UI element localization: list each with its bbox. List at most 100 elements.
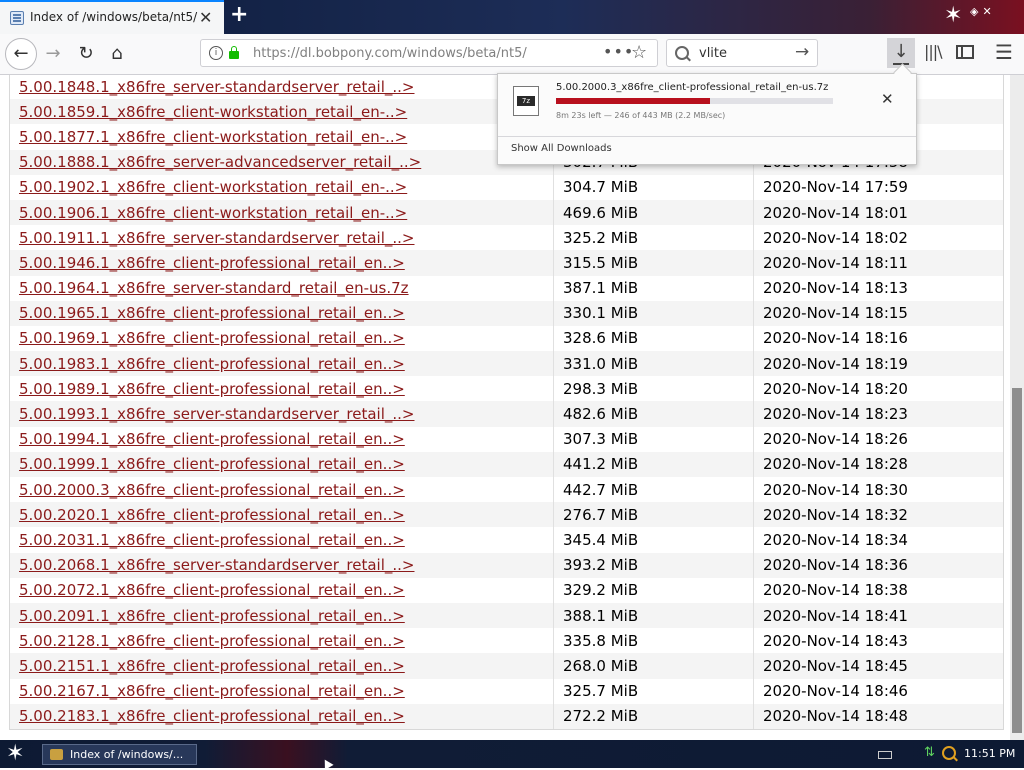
file-link[interactable]: 5.00.2128.1_x86fre_client-professional_r… — [19, 632, 405, 650]
table-row: 5.00.2068.1_x86fre_server-standardserver… — [10, 552, 1003, 578]
file-size-cell: 325.7 MiB — [554, 678, 754, 704]
home-button[interactable]: ⌂ — [103, 40, 131, 68]
file-date-cell: 2020-Nov-14 18:01 — [754, 199, 1003, 226]
table-row: 5.00.2091.1_x86fre_client-professional_r… — [10, 602, 1003, 629]
file-link[interactable]: 5.00.1989.1_x86fre_client-professional_r… — [19, 380, 405, 398]
file-link[interactable]: 5.00.1859.1_x86fre_client-workstation_re… — [19, 103, 407, 121]
back-button[interactable]: ← — [5, 38, 37, 70]
menu-icon[interactable]: ☰ — [995, 40, 1013, 64]
vertical-scrollbar[interactable] — [1010, 75, 1024, 740]
network-icon[interactable]: ⇅ — [924, 745, 935, 760]
new-tab-button[interactable]: + — [230, 2, 248, 27]
file-name-cell: 5.00.1999.1_x86fre_client-professional_r… — [10, 451, 554, 477]
file-name-cell: 5.00.2020.1_x86fre_client-professional_r… — [10, 502, 554, 528]
window-controls-icon[interactable]: ◈✕ — [970, 5, 996, 18]
table-row: 5.00.2151.1_x86fre_client-professional_r… — [10, 653, 1003, 679]
search-input[interactable]: vlite — [699, 46, 727, 61]
table-row: 5.00.1906.1_x86fre_client-workstation_re… — [10, 199, 1003, 226]
panel-divider — [498, 136, 916, 137]
file-name-cell: 5.00.2068.1_x86fre_server-standardserver… — [10, 552, 554, 578]
file-link[interactable]: 5.00.1983.1_x86fre_client-professional_r… — [19, 355, 405, 373]
search-go-icon[interactable]: → — [795, 42, 809, 62]
file-size-cell: 387.1 MiB — [554, 275, 754, 301]
url-text[interactable]: https://dl.bobpony.com/windows/beta/nt5/ — [253, 46, 527, 61]
file-listing-table: 5.00.1848.1_x86fre_server-standardserver… — [9, 75, 1004, 730]
file-name-cell: 5.00.1877.1_x86fre_client-workstation_re… — [10, 124, 554, 150]
nav-toolbar: ← → ↻ ⌂ i https://dl.bobpony.com/windows… — [0, 34, 1024, 75]
file-name-cell: 5.00.1964.1_x86fre_server-standard_retai… — [10, 275, 554, 301]
file-link[interactable]: 5.00.2020.1_x86fre_client-professional_r… — [19, 506, 405, 524]
info-icon[interactable]: i — [209, 46, 223, 60]
file-date-cell: 2020-Nov-14 18:45 — [754, 653, 1003, 679]
file-date-cell: 2020-Nov-14 18:36 — [754, 552, 1003, 578]
file-name-cell: 5.00.1993.1_x86fre_server-standardserver… — [10, 401, 554, 427]
forward-button[interactable]: → — [39, 40, 67, 68]
file-link[interactable]: 5.00.2000.3_x86fre_client-professional_r… — [19, 481, 405, 499]
file-date-cell: 2020-Nov-14 18:19 — [754, 351, 1003, 377]
file-size-cell: 442.7 MiB — [554, 477, 754, 503]
file-link[interactable]: 5.00.1902.1_x86fre_client-workstation_re… — [19, 178, 407, 196]
file-link[interactable]: 5.00.2031.1_x86fre_client-professional_r… — [19, 531, 405, 549]
table-row: 5.00.2128.1_x86fre_client-professional_r… — [10, 628, 1003, 654]
file-size-cell: 315.5 MiB — [554, 250, 754, 276]
table-row: 5.00.1902.1_x86fre_client-workstation_re… — [10, 174, 1003, 200]
cancel-download-icon[interactable]: ✕ — [881, 90, 894, 108]
download-status: 8m 23s left — 246 of 443 MB (2.2 MB/sec) — [556, 111, 726, 120]
page-actions-icon[interactable]: ••• — [603, 42, 634, 61]
file-link[interactable]: 5.00.2068.1_x86fre_server-standardserver… — [19, 556, 415, 574]
file-link[interactable]: 5.00.1969.1_x86fre_client-professional_r… — [19, 329, 405, 347]
tray-search-icon[interactable] — [942, 746, 956, 760]
file-size-cell: 276.7 MiB — [554, 502, 754, 528]
tab-close-icon[interactable]: ✕ — [199, 8, 212, 27]
taskbar-window-button[interactable]: Index of /windows/... — [42, 744, 197, 765]
file-name-cell: 5.00.2031.1_x86fre_client-professional_r… — [10, 527, 554, 553]
table-row: 5.00.1911.1_x86fre_server-standardserver… — [10, 225, 1003, 251]
file-link[interactable]: 5.00.1946.1_x86fre_client-professional_r… — [19, 254, 405, 272]
file-date-cell: 2020-Nov-14 18:34 — [763, 530, 908, 549]
file-link[interactable]: 5.00.2072.1_x86fre_client-professional_r… — [19, 581, 405, 599]
tab-index[interactable]: Index of /windows/beta/nt5/ ✕ — [0, 0, 224, 34]
table-row: 5.00.2031.1_x86fre_client-professional_r… — [10, 527, 1003, 553]
file-link[interactable]: 5.00.1994.1_x86fre_client-professional_r… — [19, 430, 405, 448]
keyboard-icon[interactable] — [878, 751, 892, 759]
file-link[interactable]: 5.00.1999.1_x86fre_client-professional_r… — [19, 455, 405, 473]
file-link[interactable]: 5.00.1888.1_x86fre_server-advancedserver… — [19, 153, 421, 171]
taskbar-clock[interactable]: 11:51 PM — [964, 747, 1015, 760]
download-progress-fill — [556, 98, 710, 104]
file-link[interactable]: 5.00.2183.1_x86fre_client-professional_r… — [19, 707, 405, 725]
search-bar[interactable]: vlite → — [666, 39, 818, 67]
library-icon[interactable]: |||\ — [924, 42, 943, 61]
file-name-cell: 5.00.1906.1_x86fre_client-workstation_re… — [10, 199, 554, 226]
file-link[interactable]: 5.00.1877.1_x86fre_client-workstation_re… — [19, 128, 407, 146]
downloads-panel: 5.00.2000.3_x86fre_client-professional_r… — [497, 63, 917, 165]
page-favicon-icon — [10, 11, 24, 25]
scrollbar-thumb[interactable] — [1012, 388, 1022, 733]
file-link[interactable]: 5.00.1848.1_x86fre_server-standardserver… — [19, 78, 415, 96]
file-name-cell: 5.00.1946.1_x86fre_client-professional_r… — [10, 250, 554, 276]
table-row: 5.00.2000.3_x86fre_client-professional_r… — [10, 477, 1003, 503]
file-name-cell: 5.00.1888.1_x86fre_server-advancedserver… — [10, 149, 554, 175]
file-link[interactable]: 5.00.1911.1_x86fre_server-standardserver… — [19, 229, 415, 247]
url-bar[interactable]: i https://dl.bobpony.com/windows/beta/nt… — [200, 39, 658, 67]
file-link[interactable]: 5.00.1964.1_x86fre_server-standard_retai… — [19, 279, 409, 297]
file-link[interactable]: 5.00.2091.1_x86fre_client-professional_r… — [19, 607, 405, 625]
file-size-cell: 482.6 MiB — [554, 401, 754, 427]
bookmark-star-icon[interactable]: ☆ — [631, 42, 647, 63]
file-link[interactable]: 5.00.1965.1_x86fre_client-professional_r… — [19, 304, 405, 322]
table-row: 5.00.2183.1_x86fre_client-professional_r… — [10, 703, 1003, 729]
file-link[interactable]: 5.00.1993.1_x86fre_server-standardserver… — [19, 405, 415, 423]
start-button[interactable]: ✶ — [6, 741, 24, 766]
file-link[interactable]: 5.00.2151.1_x86fre_client-professional_r… — [19, 657, 405, 675]
download-file-name[interactable]: 5.00.2000.3_x86fre_client-professional_r… — [556, 82, 828, 93]
file-date-cell: 2020-Nov-14 17:59 — [763, 178, 908, 197]
reload-button[interactable]: ↻ — [72, 40, 100, 68]
show-all-downloads-button[interactable]: Show All Downloads — [511, 143, 612, 154]
file-date-cell: 2020-Nov-14 18:30 — [763, 480, 908, 499]
table-row: 5.00.1999.1_x86fre_client-professional_r… — [10, 451, 1003, 477]
file-link[interactable]: 5.00.2167.1_x86fre_client-professional_r… — [19, 682, 405, 700]
file-date-cell: 2020-Nov-14 18:32 — [754, 502, 1003, 528]
file-size-cell: 329.2 MiB — [554, 577, 754, 603]
file-link[interactable]: 5.00.1906.1_x86fre_client-workstation_re… — [19, 204, 407, 222]
file-size-cell: 393.2 MiB — [554, 552, 754, 578]
sidebar-toggle-icon[interactable] — [956, 45, 974, 59]
